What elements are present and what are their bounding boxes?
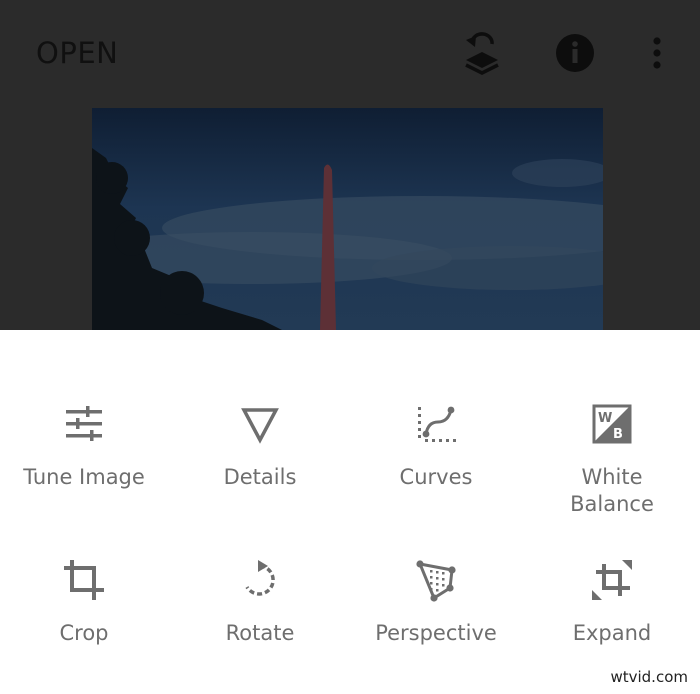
white-balance-icon: W B bbox=[592, 404, 632, 444]
tool-label: Rotate bbox=[225, 621, 295, 645]
expand-icon bbox=[592, 560, 632, 600]
tool-crop[interactable]: Crop bbox=[0, 558, 172, 647]
tool-details[interactable]: Details bbox=[172, 402, 348, 491]
tune-sliders-icon bbox=[66, 406, 102, 441]
more-vertical-icon[interactable] bbox=[648, 36, 666, 72]
tool-white-balance[interactable]: W B White Balance bbox=[524, 402, 700, 518]
tool-label: Tune Image bbox=[23, 465, 145, 489]
tool-label: Curves bbox=[399, 465, 473, 489]
dimmed-editor-area: OPEN bbox=[0, 0, 700, 330]
info-icon[interactable] bbox=[555, 33, 595, 73]
rotate-icon bbox=[245, 560, 275, 596]
tool-tune-image[interactable]: Tune Image bbox=[0, 402, 172, 491]
watermark: wtvid.com bbox=[610, 668, 688, 686]
tool-label: White Balance bbox=[570, 465, 654, 516]
curves-icon bbox=[418, 406, 456, 442]
svg-text:W: W bbox=[598, 411, 612, 426]
tool-rotate[interactable]: Rotate bbox=[172, 558, 348, 647]
tool-perspective[interactable]: Perspective bbox=[348, 558, 524, 647]
tool-expand[interactable]: Expand bbox=[524, 558, 700, 647]
tool-label: Perspective bbox=[375, 621, 497, 645]
tool-curves[interactable]: Curves bbox=[348, 402, 524, 491]
tool-label: Crop bbox=[59, 621, 109, 645]
tools-panel: Tune Image Details Curves W B White Bala… bbox=[0, 330, 700, 694]
tool-label: Expand bbox=[572, 621, 652, 645]
details-triangle-icon bbox=[241, 408, 279, 444]
perspective-icon bbox=[416, 560, 456, 602]
tool-label: Details bbox=[223, 465, 297, 489]
revert-layers-icon[interactable] bbox=[462, 30, 502, 76]
crop-icon bbox=[64, 560, 104, 600]
photo-preview bbox=[92, 108, 603, 330]
svg-text:B: B bbox=[613, 427, 623, 442]
open-button[interactable]: OPEN bbox=[36, 36, 118, 70]
